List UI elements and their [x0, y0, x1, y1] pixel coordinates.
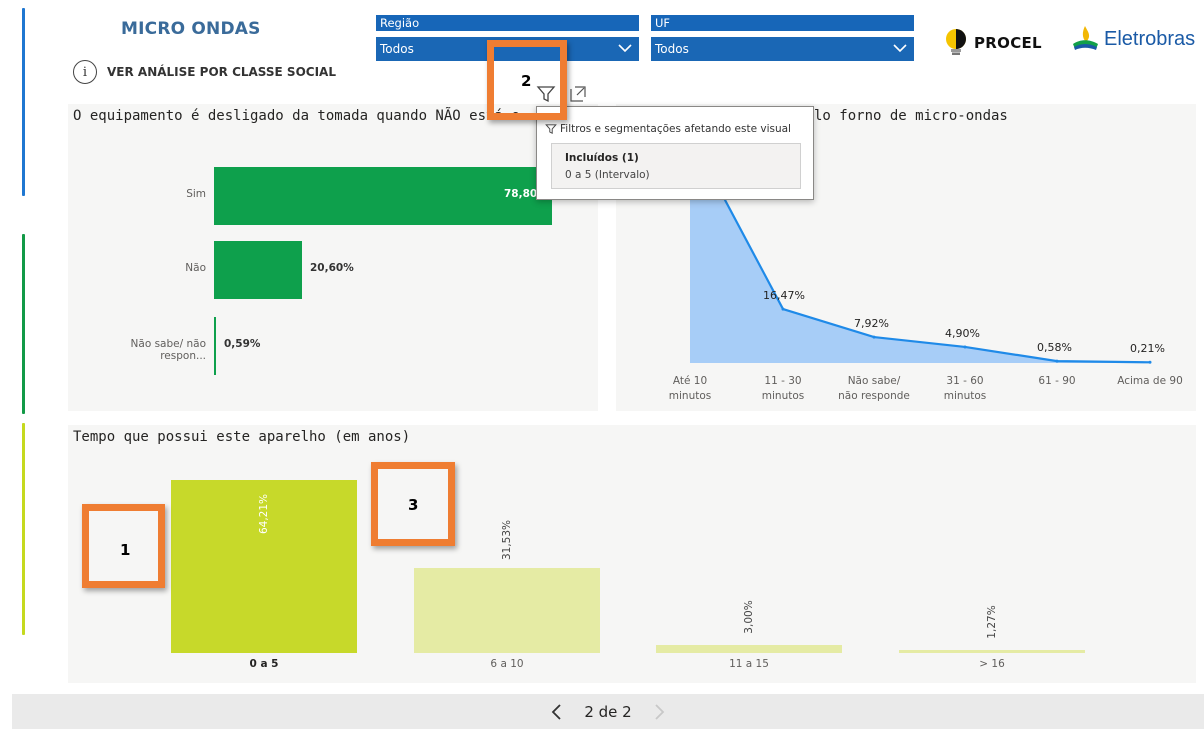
- unplug-bar-label: Não sabe/ não respon...: [130, 338, 206, 362]
- lightbulb-icon: [946, 29, 966, 55]
- focus-mode-icon[interactable]: [568, 84, 588, 104]
- usage-data-label: 7,92%: [854, 317, 889, 331]
- ownership-data-label: 3,00%: [743, 600, 755, 634]
- ownership-data-label: 31,53%: [501, 520, 513, 561]
- ownership-x-tick: 11 a 15: [729, 658, 769, 670]
- procel-logo-text: PROCEL: [974, 34, 1042, 52]
- usage-area-point: [872, 335, 876, 339]
- callout-box-3: 3: [371, 462, 455, 546]
- usage-data-label: 0,58%: [1037, 341, 1072, 355]
- unplug-bar[interactable]: [214, 317, 216, 375]
- usage-data-label: 4,90%: [945, 326, 980, 340]
- usage-data-label: 16,47%: [763, 289, 805, 303]
- unplug-bar-label: Sim: [186, 188, 206, 200]
- chevron-down-icon: [893, 44, 907, 53]
- previous-page-icon[interactable]: [550, 703, 564, 721]
- usage-x-tick: Acima de 90: [1117, 375, 1183, 387]
- unplug-bar-value: 20,60%: [310, 262, 354, 274]
- unplug-bar[interactable]: [214, 241, 302, 299]
- accent-bar-lime: [22, 423, 25, 635]
- ownership-data-label: 1,27%: [986, 604, 998, 639]
- filter-icon: [545, 124, 557, 134]
- accent-bar-blue: [22, 8, 25, 196]
- callout-box-2: 2: [487, 40, 567, 120]
- callout-number-2: 2: [521, 72, 532, 90]
- unplug-bar-value: 78,80: [504, 188, 538, 200]
- social-class-link-label: VER ANÁLISE POR CLASSE SOCIAL: [107, 65, 336, 79]
- ownership-x-tick: 0 a 5: [249, 658, 279, 670]
- eletrobras-mark-icon: [1073, 26, 1098, 50]
- page-navigation: 2 de 2: [12, 694, 1204, 729]
- callout-box-1: 1: [82, 504, 165, 588]
- usage-x-tick: Não sabe/não responde: [838, 375, 910, 402]
- report-page: MICRO ONDAS i VER ANÁLISE POR CLASSE SOC…: [0, 0, 1204, 729]
- visual-unplug-title: O equipamento é desligado da tomada quan…: [73, 108, 520, 124]
- chevron-down-icon: [618, 44, 632, 53]
- filter-tooltip-heading-text: Filtros e segmentações afetando este vis…: [560, 123, 791, 135]
- unplug-bar[interactable]: [214, 167, 552, 225]
- slicer-uf-dropdown[interactable]: Todos: [651, 37, 914, 61]
- filter-tooltip-range: 0 a 5 (Intervalo): [565, 169, 650, 181]
- social-class-link[interactable]: i VER ANÁLISE POR CLASSE SOCIAL: [73, 60, 336, 84]
- slicer-uf: UF Todos: [651, 15, 914, 61]
- usage-area-point: [963, 345, 967, 349]
- usage-x-tick: 11 - 30 minutos: [761, 375, 805, 402]
- ownership-column[interactable]: [414, 568, 600, 653]
- ownership-x-tick: 6 a 10: [490, 658, 524, 670]
- visual-unplug-bars[interactable]: O equipamento é desligado da tomada quan…: [68, 104, 598, 411]
- filter-tooltip-included: Incluídos (1): [565, 152, 639, 164]
- page-title: MICRO ONDAS: [121, 19, 261, 39]
- eletrobras-logo-text: Eletrobras: [1104, 27, 1196, 50]
- usage-data-label: 0,21%: [1130, 342, 1165, 356]
- ownership-data-label: 64,21%: [258, 493, 270, 535]
- filter-tooltip-heading: Filtros e segmentações afetando este vis…: [545, 123, 791, 135]
- accent-bar-green: [22, 234, 25, 414]
- eletrobras-logo: Eletrobras: [1070, 24, 1195, 54]
- filter-tooltip-included-box: Incluídos (1) 0 a 5 (Intervalo): [551, 143, 801, 189]
- usage-x-tick: 61 - 90: [1038, 375, 1076, 387]
- slicer-regiao-value: Todos: [380, 42, 414, 56]
- unplug-bar-label: Não: [185, 262, 206, 274]
- usage-area-point: [781, 307, 785, 311]
- usage-x-tick: 31 - 60 minutos: [943, 375, 987, 402]
- visual-ownership-columns[interactable]: Tempo que possui este aparelho (em anos)…: [68, 425, 1196, 683]
- page-indicator: 2 de 2: [584, 702, 632, 721]
- unplug-bar-value: 0,59%: [224, 338, 261, 350]
- usage-area-point: [1055, 359, 1059, 363]
- procel-logo: PROCEL: [944, 28, 1042, 58]
- ownership-x-tick: > 16: [979, 658, 1005, 670]
- slicer-regiao-label: Região: [376, 15, 639, 31]
- filter-tooltip: Filtros e segmentações afetando este vis…: [536, 106, 814, 200]
- info-icon: i: [73, 60, 97, 84]
- next-page-icon[interactable]: [652, 703, 666, 721]
- visual-ownership-title: Tempo que possui este aparelho (em anos): [73, 429, 411, 445]
- usage-x-tick: Até 10 minutos: [668, 375, 712, 402]
- usage-area-point: [1148, 360, 1152, 364]
- slicer-uf-value: Todos: [655, 42, 689, 56]
- slicer-uf-label: UF: [651, 15, 914, 31]
- callout-number-3: 3: [408, 496, 419, 514]
- callout-number-1: 1: [120, 541, 131, 559]
